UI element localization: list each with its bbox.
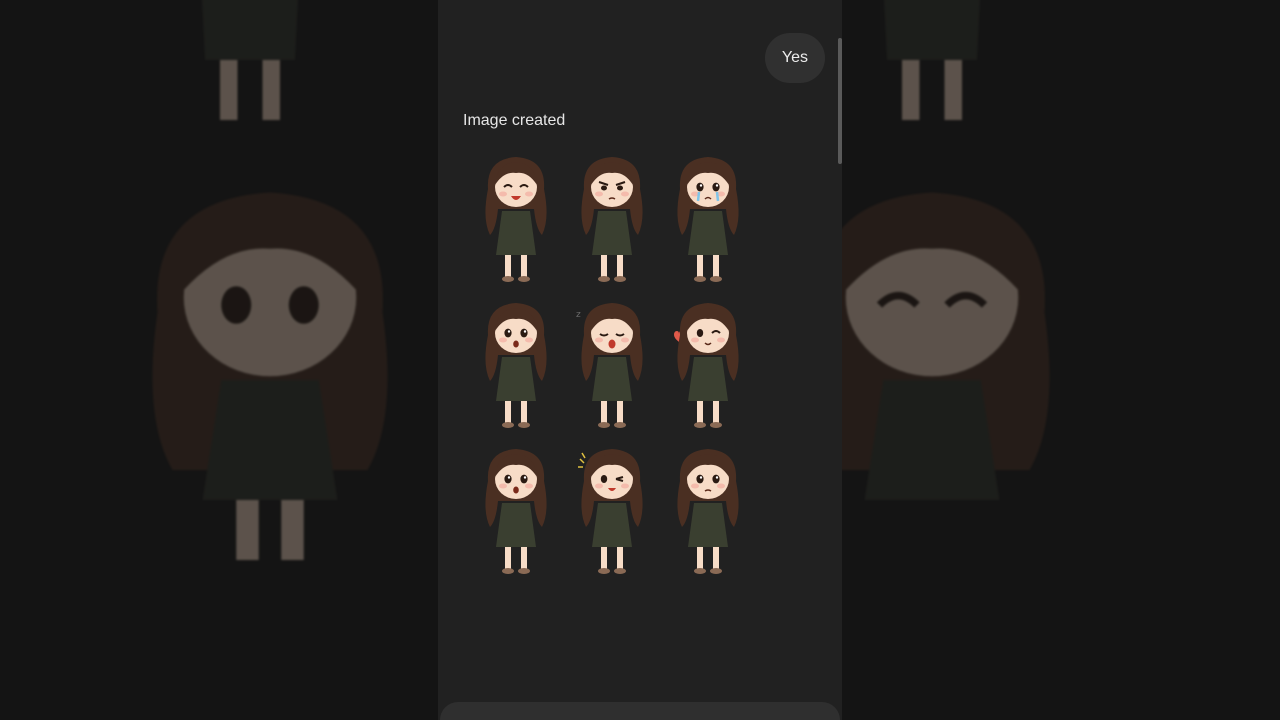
sticker-excited-wink	[564, 438, 660, 584]
background-sticker-figure	[202, 0, 298, 120]
sticker-angry	[564, 146, 660, 292]
user-message-bubble: Yes	[764, 33, 825, 83]
user-message-text: Yes	[781, 49, 808, 66]
background-sticker-figure	[884, 0, 980, 120]
generated-image[interactable]: z	[468, 146, 756, 584]
image-created-label: Image created	[463, 112, 566, 129]
message-composer[interactable]	[440, 702, 840, 720]
chat-screen: Yes Image created z	[438, 0, 842, 720]
sticker-crying	[660, 146, 756, 292]
background-sticker-figure	[842, 192, 1050, 500]
background-blur-left	[0, 0, 438, 720]
background-sticker-figure	[152, 192, 388, 560]
sticker-surprised	[468, 292, 564, 438]
sticker-laughing	[468, 146, 564, 292]
svg-text:z: z	[576, 310, 581, 320]
sticker-yawning: z	[564, 292, 660, 438]
scrollbar[interactable]	[838, 38, 842, 164]
sticker-shocked	[468, 438, 564, 584]
sticker-winking-heart	[660, 292, 756, 438]
sticker-shy	[660, 438, 756, 584]
background-blur-right	[842, 0, 1280, 720]
